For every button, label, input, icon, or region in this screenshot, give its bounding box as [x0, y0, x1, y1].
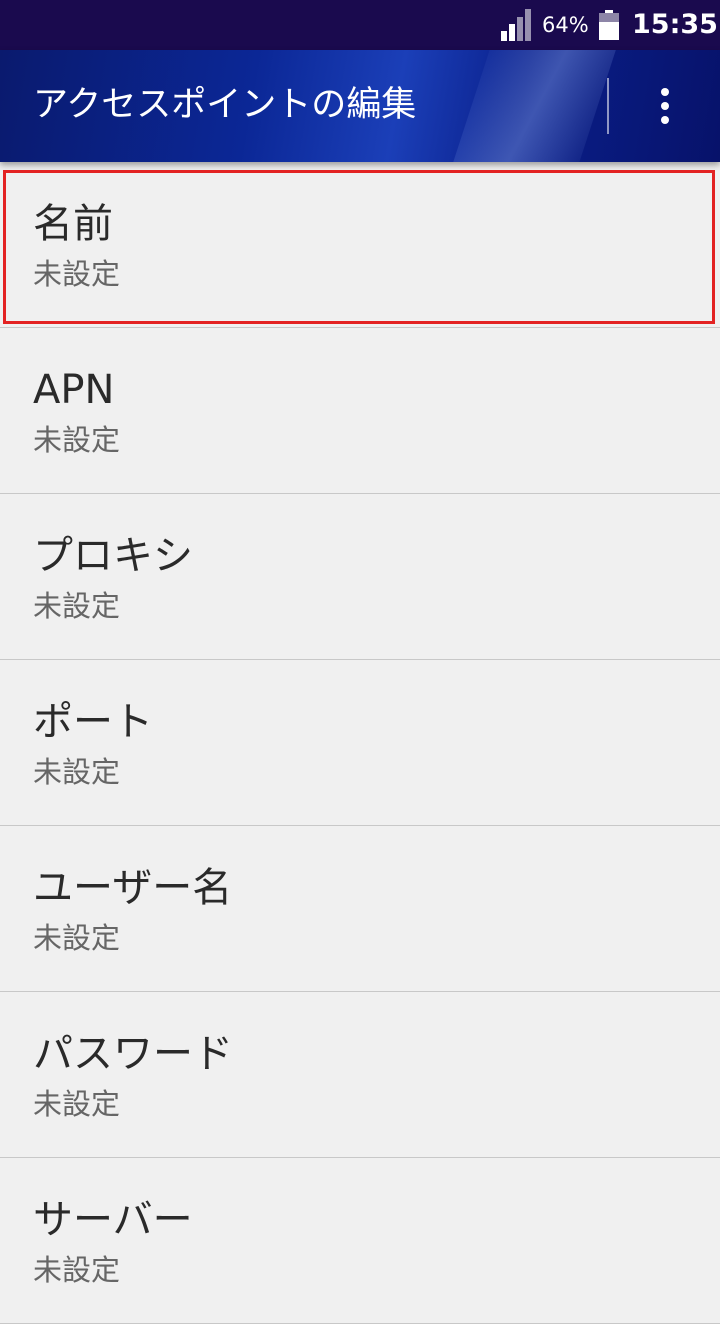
battery-percent: 64% [542, 13, 589, 37]
menu-dot [661, 88, 669, 96]
overflow-menu-icon[interactable] [640, 78, 690, 134]
setting-value: 未設定 [33, 1253, 121, 1287]
app-bar-gloss [438, 50, 622, 162]
setting-item-port[interactable]: ポート 未設定 [0, 660, 720, 826]
setting-item-password[interactable]: パスワード 未設定 [0, 992, 720, 1158]
menu-dot [661, 102, 669, 110]
setting-value: 未設定 [33, 755, 121, 789]
page-title: アクセスポイントの編集 [33, 85, 417, 125]
app-bar-divider [607, 78, 609, 134]
settings-list: 名前 未設定 APN 未設定 プロキシ 未設定 ポート 未設定 ユーザー名 未設… [0, 162, 720, 1324]
setting-value: 未設定 [33, 921, 121, 955]
setting-label: パスワード [33, 1031, 233, 1077]
app-bar: アクセスポイントの編集 [0, 50, 720, 162]
status-bar: 64% 15:35 [0, 0, 720, 50]
setting-item-name[interactable]: 名前 未設定 [0, 162, 720, 328]
clock: 15:35 [632, 9, 718, 40]
setting-item-proxy[interactable]: プロキシ 未設定 [0, 494, 720, 660]
setting-label: APN [33, 367, 115, 413]
setting-item-apn[interactable]: APN 未設定 [0, 328, 720, 494]
setting-item-server[interactable]: サーバー 未設定 [0, 1158, 720, 1324]
setting-value: 未設定 [33, 589, 121, 623]
setting-label: プロキシ [33, 533, 193, 579]
battery-icon [599, 10, 619, 40]
cell-signal-icon [501, 9, 531, 41]
setting-item-username[interactable]: ユーザー名 未設定 [0, 826, 720, 992]
setting-value: 未設定 [33, 257, 121, 291]
menu-dot [661, 116, 669, 124]
setting-value: 未設定 [33, 423, 121, 457]
setting-label: ユーザー名 [33, 865, 233, 911]
setting-value: 未設定 [33, 1087, 121, 1121]
setting-label: サーバー [33, 1197, 193, 1243]
setting-label: ポート [33, 699, 153, 745]
setting-label: 名前 [33, 201, 113, 247]
